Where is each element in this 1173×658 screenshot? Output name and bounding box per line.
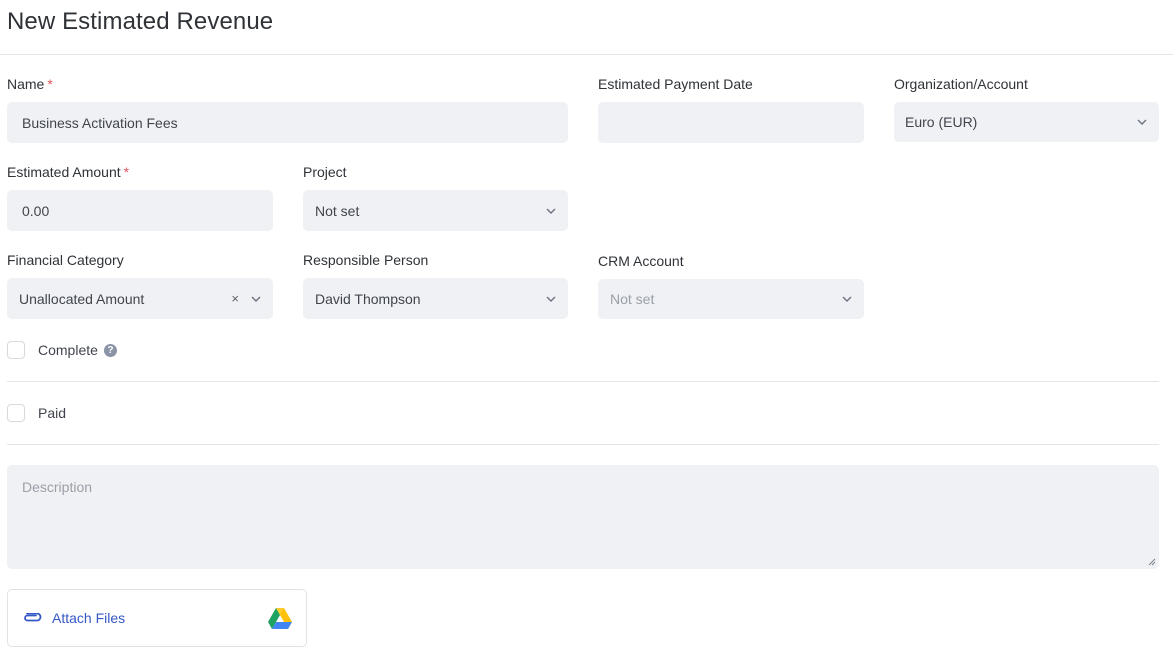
complete-label: Complete [38,342,98,358]
name-input-value: Business Activation Fees [22,114,178,131]
attach-files-label: Attach Files [52,610,126,626]
responsible-person-label: Responsible Person [303,252,429,268]
project-select[interactable]: Not set [303,190,568,231]
responsible-person-value: David Thompson [315,290,421,307]
chevron-down-icon [251,294,261,304]
required-marker: * [123,164,130,180]
paid-checkbox[interactable] [7,404,25,422]
project-select-value: Not set [315,202,360,219]
description-textarea[interactable]: Description [7,465,1159,569]
help-icon[interactable]: ? [103,343,117,357]
organization-select-value: Euro (EUR) [905,114,978,130]
payment-date-input[interactable] [598,102,864,143]
amount-input[interactable]: 0.00 [7,190,273,231]
organization-select[interactable]: Euro (EUR) [894,102,1159,142]
required-marker: * [47,76,53,92]
organization-label: Organization/Account [894,76,1028,92]
financial-category-value: Unallocated Amount [19,290,145,307]
name-label-text: Name [7,76,45,92]
financial-category-select[interactable]: Unallocated Amount × [7,278,273,319]
amount-input-value: 0.00 [22,202,50,219]
name-input[interactable]: Business Activation Fees [7,102,568,143]
chevron-down-icon [842,294,852,304]
responsible-person-select[interactable]: David Thompson [303,278,568,319]
paid-label: Paid [38,405,67,421]
description-placeholder: Description [22,479,93,495]
section-divider [7,444,1159,445]
complete-label-group: Complete ? [38,341,117,359]
attach-files-button[interactable]: Attach Files [22,610,268,626]
crm-account-label: CRM Account [598,253,684,269]
page-title: New Estimated Revenue [7,8,274,35]
chevron-down-icon [1137,117,1147,127]
name-label: Name * [7,75,53,93]
clear-icon[interactable]: × [231,291,239,306]
header-divider [0,54,1173,55]
resize-grip-icon[interactable] [1148,558,1156,566]
payment-date-label: Estimated Payment Date [598,76,753,92]
financial-category-label: Financial Category [7,252,124,268]
chevron-down-icon [546,206,556,216]
complete-checkbox[interactable] [7,341,25,359]
paperclip-icon [24,613,42,622]
amount-label-text: Estimated Amount [7,164,121,180]
section-divider [7,381,1159,382]
crm-account-value: Not set [610,291,655,307]
crm-account-select[interactable]: Not set [598,279,864,319]
chevron-down-icon [546,294,556,304]
attach-files-panel: Attach Files [7,589,307,647]
project-label: Project [303,164,347,180]
amount-label: Estimated Amount * [7,163,129,181]
google-drive-icon[interactable] [268,607,292,629]
